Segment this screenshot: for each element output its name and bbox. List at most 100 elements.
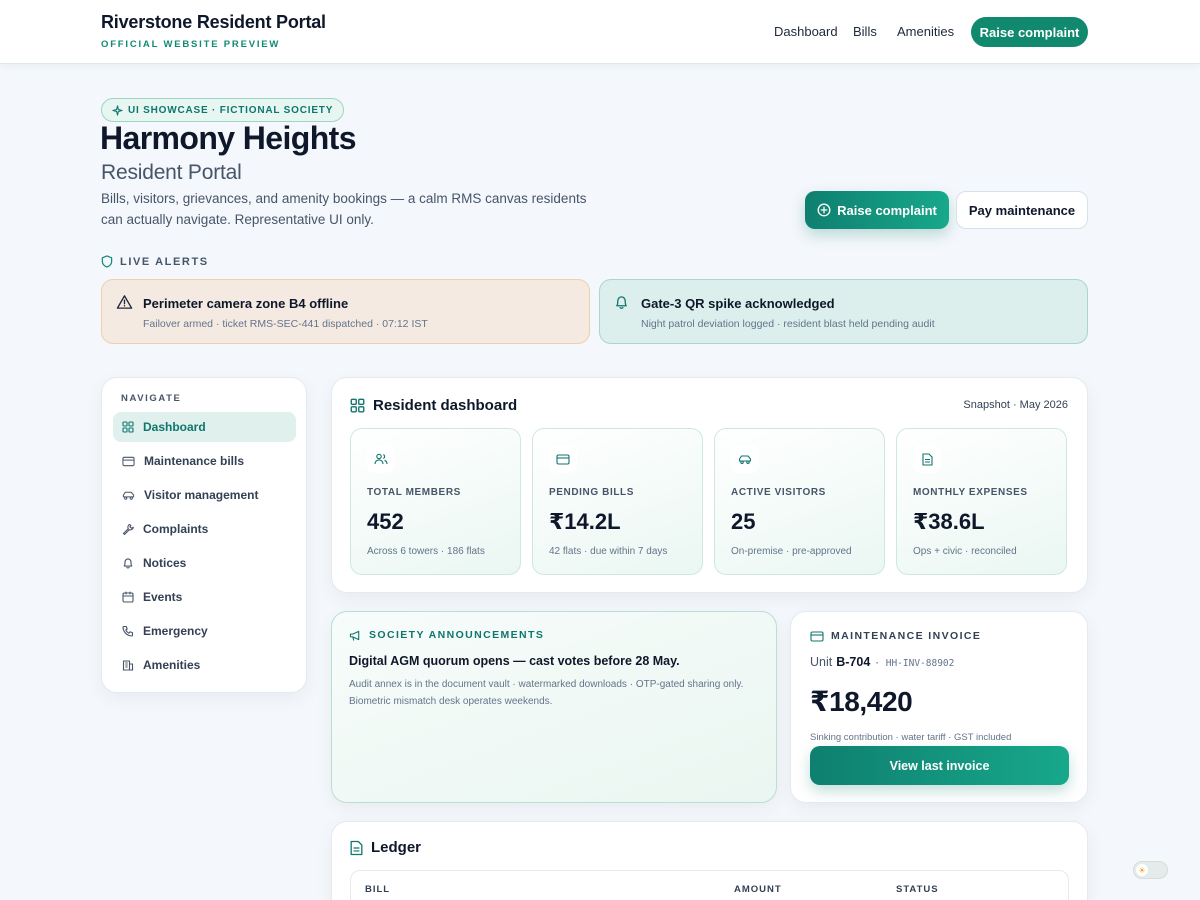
sidebar-item-label: Emergency <box>143 624 208 638</box>
stat-card-active-visitors[interactable]: ACTIVE VISITORS 25 On-premise · pre-appr… <box>714 428 885 575</box>
invoice-note: Sinking contribution · water tariff · GS… <box>810 732 1012 743</box>
alert-detail: Night patrol deviation logged · resident… <box>641 318 935 330</box>
sidebar-item-label: Dashboard <box>143 420 206 434</box>
top-bar: Riverstone Resident Portal OFFICIAL WEBS… <box>0 0 1200 64</box>
card-icon <box>810 630 824 642</box>
page-subtitle: Resident Portal <box>101 161 242 184</box>
header-raise-complaint-button[interactable]: Raise complaint <box>971 17 1088 47</box>
showcase-pill-label: UI SHOWCASE · FICTIONAL SOCIETY <box>128 104 334 116</box>
shield-icon <box>101 255 113 268</box>
sidebar-item-notices[interactable]: Notices <box>113 548 296 578</box>
ledger-title: Ledger <box>371 839 422 856</box>
stat-label: MONTHLY EXPENSES <box>913 487 1028 498</box>
card-icon <box>549 445 577 473</box>
calendar-icon <box>122 591 134 603</box>
sidebar-item-amenities[interactable]: Amenities <box>113 650 296 680</box>
phone-icon <box>122 625 134 637</box>
stat-description: On-premise · pre-approved <box>731 546 852 557</box>
plus-circle-icon <box>817 203 831 217</box>
wrench-icon <box>122 523 134 535</box>
car-icon <box>122 490 135 501</box>
maintenance-invoice-card: MAINTENANCE INVOICE Unit B-704 · HH-INV-… <box>790 611 1088 803</box>
grid-icon <box>122 421 134 433</box>
stat-value: ₹38.6L <box>913 509 985 534</box>
sidebar-item-dashboard[interactable]: Dashboard <box>113 412 296 442</box>
dashboard-title: Resident dashboard <box>373 397 518 414</box>
invoice-label: MAINTENANCE INVOICE <box>831 630 982 642</box>
stat-card-pending-bills[interactable]: PENDING BILLS ₹14.2L 42 flats · due with… <box>532 428 703 575</box>
page-description: Bills, visitors, grievances, and amenity… <box>101 191 587 227</box>
invoice-heading: MAINTENANCE INVOICE <box>810 630 981 642</box>
announcement-title: Digital AGM quorum opens — cast votes be… <box>349 654 680 668</box>
sidebar-item-label: Events <box>143 590 183 604</box>
sidebar-item-emergency[interactable]: Emergency <box>113 616 296 646</box>
sidebar-item-complaints[interactable]: Complaints <box>113 514 296 544</box>
invoice-amount: ₹18,420 <box>810 686 913 717</box>
alert-title: Perimeter camera zone B4 offline <box>143 296 349 311</box>
stat-value: 25 <box>731 509 756 534</box>
bell-icon <box>614 294 629 310</box>
resident-dashboard-card: Resident dashboard Snapshot · May 2026 T… <box>331 377 1088 593</box>
column-header-amount[interactable]: AMOUNT <box>734 884 782 895</box>
announcements-heading: SOCIETY ANNOUNCEMENTS <box>349 629 544 641</box>
invoice-code: · HH-INV-88902 <box>874 658 955 669</box>
sparkle-icon <box>112 104 123 116</box>
nav-link-bills[interactable]: Bills <box>853 24 877 39</box>
stat-value: 452 <box>367 509 404 534</box>
ledger-heading: Ledger <box>350 839 421 856</box>
raise-complaint-label: Raise complaint <box>837 202 937 218</box>
ledger-table: BILL AMOUNT STATUS <box>350 870 1069 900</box>
bell-icon <box>122 557 134 569</box>
car-icon <box>731 445 759 473</box>
unit-prefix: Unit <box>810 655 833 669</box>
brand-title[interactable]: Riverstone Resident Portal <box>101 12 326 33</box>
invoice-unit-line: Unit B-704 · HH-INV-88902 <box>810 655 954 669</box>
sidebar-item-label: Maintenance bills <box>144 454 245 468</box>
stat-value: ₹14.2L <box>549 509 621 534</box>
warning-triangle-icon <box>116 294 133 310</box>
stat-card-total-members[interactable]: TOTAL MEMBERS 452 Across 6 towers · 186 … <box>350 428 521 575</box>
unit-number: B-704 <box>836 655 871 669</box>
pay-maintenance-button[interactable]: Pay maintenance <box>956 191 1088 229</box>
dashboard-heading: Resident dashboard <box>350 397 517 414</box>
showcase-pill: UI SHOWCASE · FICTIONAL SOCIETY <box>101 98 345 122</box>
view-last-invoice-button[interactable]: View last invoice <box>810 746 1069 785</box>
alert-camera-offline[interactable]: Perimeter camera zone B4 offline Failove… <box>101 279 590 344</box>
ledger-card: Ledger BILL AMOUNT STATUS <box>331 821 1088 900</box>
sidebar-item-label: Complaints <box>143 522 209 536</box>
sidebar-item-maintenance-bills[interactable]: Maintenance bills <box>113 446 296 476</box>
card-icon <box>122 456 135 467</box>
sidebar-item-label: Notices <box>143 556 187 570</box>
nav-link-amenities[interactable]: Amenities <box>897 24 954 39</box>
sidebar-item-label: Amenities <box>143 658 201 672</box>
stat-label: TOTAL MEMBERS <box>367 487 461 498</box>
live-alerts-heading: LIVE ALERTS <box>101 255 209 268</box>
stat-description: Ops + civic · reconciled <box>913 546 1017 557</box>
column-header-bill[interactable]: BILL <box>365 884 390 895</box>
announcements-label: SOCIETY ANNOUNCEMENTS <box>369 629 545 641</box>
sidebar: NAVIGATE Dashboard Maintenance bills Vis… <box>101 377 307 693</box>
grid-icon <box>350 398 365 413</box>
stat-card-monthly-expenses[interactable]: MONTHLY EXPENSES ₹38.6L Ops + civic · re… <box>896 428 1067 575</box>
stat-description: 42 flats · due within 7 days <box>549 546 668 557</box>
page-title: Harmony Heights <box>100 120 357 156</box>
stat-label: PENDING BILLS <box>549 487 635 498</box>
sidebar-item-events[interactable]: Events <box>113 582 296 612</box>
nav-link-dashboard[interactable]: Dashboard <box>774 24 838 39</box>
document-icon <box>913 445 941 473</box>
sun-icon: ☀ <box>1136 864 1148 876</box>
document-icon <box>350 840 363 856</box>
brand-subtitle: OFFICIAL WEBSITE PREVIEW <box>101 39 281 50</box>
raise-complaint-button[interactable]: Raise complaint <box>805 191 949 229</box>
sidebar-item-visitor-management[interactable]: Visitor management <box>113 480 296 510</box>
theme-toggle[interactable]: ☀ <box>1133 861 1168 879</box>
announcement-body: Audit annex is in the document vault · w… <box>349 679 744 707</box>
snapshot-label: Snapshot · May 2026 <box>963 399 1068 411</box>
alert-detail: Failover armed · ticket RMS-SEC-441 disp… <box>143 318 428 330</box>
alert-gate-qr[interactable]: Gate-3 QR spike acknowledged Night patro… <box>599 279 1088 344</box>
live-alerts-label: LIVE ALERTS <box>120 255 209 268</box>
alert-title: Gate-3 QR spike acknowledged <box>641 296 835 311</box>
announcements-card[interactable]: SOCIETY ANNOUNCEMENTS Digital AGM quorum… <box>331 611 777 803</box>
building-icon <box>122 659 134 671</box>
column-header-status[interactable]: STATUS <box>896 884 939 895</box>
